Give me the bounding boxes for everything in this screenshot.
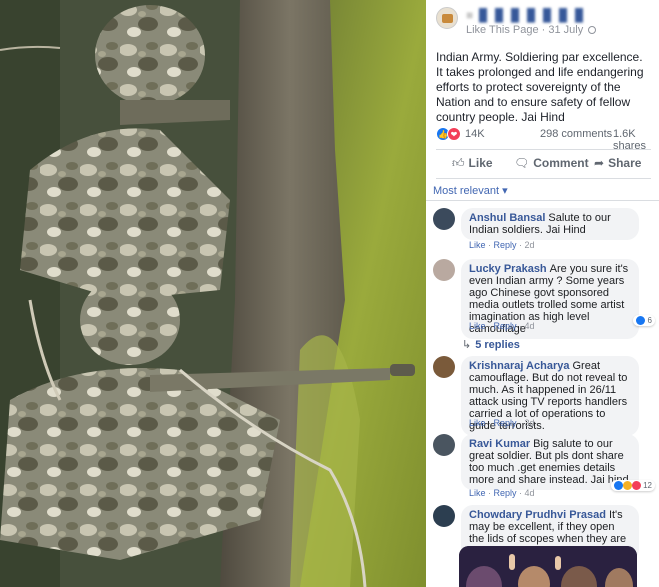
audience-photo <box>459 546 637 587</box>
thumbs-up-icon: 👍︎ <box>452 156 465 170</box>
avatar[interactable] <box>433 356 455 378</box>
like-reaction-icon <box>613 481 623 490</box>
view-replies-label: 5 replies <box>475 339 520 351</box>
comment: Krishnaraj Acharya Great camouflage. But … <box>433 356 655 436</box>
comment-reaction-count: 6 <box>647 316 652 325</box>
comment-reply-link[interactable]: Reply <box>494 240 517 250</box>
comment-attachment-image[interactable] <box>459 546 637 587</box>
comment-author[interactable]: Anshul Bansal <box>469 212 545 224</box>
comment-like-link[interactable]: Like <box>469 418 486 428</box>
comment-reaction-badge[interactable]: 6 <box>633 315 655 326</box>
globe-icon <box>588 26 597 34</box>
avatar[interactable] <box>433 208 455 230</box>
share-arrow-icon: ➦ <box>594 156 605 170</box>
comment-time[interactable]: 3d <box>525 418 535 428</box>
avatar[interactable] <box>433 505 455 527</box>
comment-actions: Like · Reply · 4d <box>469 321 535 331</box>
comment: Lucky Prakash Are you sure it's even Indi… <box>433 259 655 339</box>
comment-actions: Like · Reply · 2d <box>469 240 535 250</box>
comment-bubble: Anshul Bansal Salute to our Indian soldie… <box>461 208 639 240</box>
comment-reaction-count: 12 <box>643 481 652 490</box>
post-action-bar: 👍︎ Like 🗨︎ Comment ➦ Share <box>436 149 651 179</box>
share-button[interactable]: ➦ Share <box>594 156 641 170</box>
comment-reaction-badge[interactable]: 12 <box>610 480 655 491</box>
reaction-count[interactable]: 14K <box>465 128 485 140</box>
comment-author[interactable]: Krishnaraj Acharya <box>469 360 569 372</box>
post-text: Indian Army. Soldiering par excellence. … <box>436 50 644 124</box>
comment-like-link[interactable]: Like <box>469 240 486 250</box>
post-panel: ▐▌▐▌▐▌▐▌▐▌▐▌▐▌ Like This Page · 31 July … <box>426 0 659 587</box>
comment: Ravi Kumar Big salute to our great soldie… <box>433 434 655 500</box>
comment-author[interactable]: Lucky Prakash <box>469 263 547 275</box>
comment-actions: Like · Reply · 3d <box>469 418 535 428</box>
post-meta: Like This Page · 31 July <box>466 24 597 36</box>
divider <box>426 200 659 201</box>
comment-like-link[interactable]: Like <box>469 321 486 331</box>
comment-reply-link[interactable]: Reply <box>494 488 517 498</box>
comment-author[interactable]: Ravi Kumar <box>469 438 530 450</box>
love-reaction-icon: ❤ <box>447 127 461 141</box>
avatar[interactable] <box>433 259 455 281</box>
reply-arrow-icon: ↳ <box>462 339 472 351</box>
comment-reply-link[interactable]: Reply <box>494 321 517 331</box>
comment-reply-link[interactable]: Reply <box>494 418 517 428</box>
comment-time[interactable]: 4d <box>525 321 535 331</box>
comment-sort-dropdown[interactable]: Most relevant ▾ <box>433 184 508 197</box>
avatar[interactable] <box>433 434 455 456</box>
camouflage-snipers-image <box>0 0 426 587</box>
page-avatar[interactable] <box>436 7 458 29</box>
reactions-summary[interactable]: 👍 ❤ 14K 298 comments 1.6K shares <box>436 127 651 152</box>
view-replies-link[interactable]: ↳ 5 replies <box>462 338 520 351</box>
comment-like-link[interactable]: Like <box>469 488 486 498</box>
post-photo[interactable] <box>0 0 426 587</box>
speech-bubble-icon: 🗨︎ <box>514 156 530 170</box>
love-reaction-icon <box>631 481 641 490</box>
comments-count[interactable]: 298 comments <box>540 128 612 140</box>
like-button[interactable]: 👍︎ Like <box>452 156 493 171</box>
comment-actions: Like · Reply · 4d <box>469 488 535 498</box>
comment-time[interactable]: 2d <box>525 240 535 250</box>
post-header: ▐▌▐▌▐▌▐▌▐▌▐▌▐▌ Like This Page · 31 July <box>426 0 659 40</box>
comment-time[interactable]: 4d <box>525 488 535 498</box>
comment: Chowdary Prudhvi Prasad It's may be excel… <box>433 505 655 561</box>
share-button-label: Share <box>608 156 642 170</box>
comment-author[interactable]: Chowdary Prudhvi Prasad <box>469 509 606 521</box>
comment-button-label: Comment <box>533 156 589 170</box>
post-meta-text[interactable]: Like This Page · 31 July <box>466 24 583 36</box>
comment-button[interactable]: 🗨︎ Comment <box>514 156 589 170</box>
page-name[interactable]: ▐▌▐▌▐▌▐▌▐▌▐▌▐▌ <box>466 8 588 22</box>
comment: Anshul Bansal Salute to our Indian soldie… <box>433 208 655 250</box>
haha-reaction-icon <box>622 481 632 490</box>
like-reaction-icon <box>636 316 646 325</box>
like-button-label: Like <box>468 156 493 170</box>
